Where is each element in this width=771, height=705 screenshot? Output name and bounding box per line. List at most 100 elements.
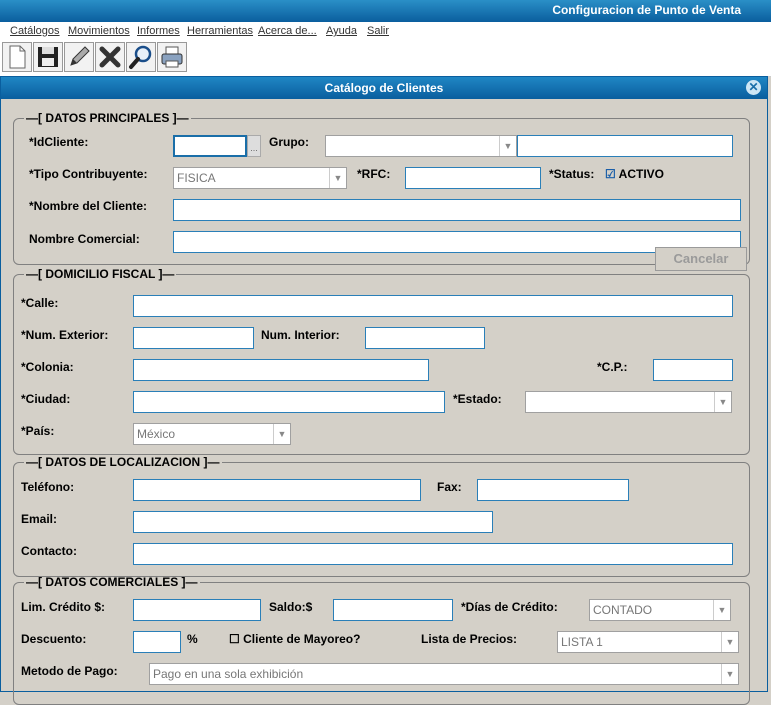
fax-label: Fax: [437,480,462,494]
chevron-down-icon: ▼ [721,632,738,652]
menu-bar: Catálogos Movimientos Informes Herramien… [0,22,771,40]
tipo-contribuyente-select[interactable]: FISICA ▼ [173,167,347,189]
save-icon [38,47,58,67]
menu-movimientos[interactable]: Movimientos [68,25,130,37]
num-exterior-label: *Num. Exterior: [21,328,109,342]
checkbox-icon: ☐ [229,632,240,646]
nombre-cliente-input[interactable] [173,199,741,221]
chevron-down-icon: ▼ [714,392,731,412]
lista-precios-value: LISTA 1 [561,635,603,649]
datos-localizacion-legend: —[ DATOS DE LOCALIZACION ]— [26,455,220,469]
metodo-pago-select[interactable]: Pago en una sola exhibición ▼ [149,663,739,685]
checkbox-icon: ☑ [605,167,616,181]
email-label: Email: [21,512,58,526]
close-button[interactable]: ✕ [746,80,761,95]
chevron-down-icon: ▼ [721,664,738,684]
num-interior-input[interactable] [365,327,485,349]
edit-icon [70,46,90,66]
print-icon [161,46,183,68]
estado-select[interactable]: ▼ [525,391,732,413]
idcliente-lookup-button[interactable]: ... [247,135,261,157]
saldo-input[interactable] [333,599,453,621]
chevron-down-icon: ▼ [273,424,290,444]
toolbar [0,40,771,77]
grupo-select[interactable]: ▼ [325,135,517,157]
cp-input[interactable] [653,359,733,381]
idcliente-input[interactable] [173,135,247,157]
new-button[interactable] [2,42,32,72]
lista-precios-label: Lista de Precios: [421,632,518,646]
calle-input[interactable] [133,295,733,317]
metodo-pago-value: Pago en una sola exhibición [153,667,304,681]
dias-credito-value: CONTADO [593,603,653,617]
delete-icon [99,46,121,68]
dias-credito-label: *Días de Crédito: [461,600,558,614]
num-interior-label: Num. Interior: [261,328,340,342]
email-input[interactable] [133,511,493,533]
mayoreo-label: Cliente de Mayoreo? [243,632,361,646]
status-checkbox[interactable]: ☑ ACTIVO [605,167,664,181]
fax-input[interactable] [477,479,629,501]
idcliente-label: *IdCliente: [29,135,89,149]
menu-salir[interactable]: Salir [367,25,389,37]
app-title: Configuracion de Punto de Venta [552,3,741,17]
search-icon [129,45,152,69]
num-exterior-input[interactable] [133,327,254,349]
pais-value: México [137,427,176,441]
contacto-input[interactable] [133,543,733,565]
colonia-label: *Colonia: [21,360,74,374]
clientes-dialog: Catálogo de Clientes ✕ —[ DATOS PRINCIPA… [0,76,768,705]
lista-precios-select[interactable]: LISTA 1 ▼ [557,631,739,653]
ciudad-label: *Ciudad: [21,392,71,406]
delete-button[interactable] [95,42,125,72]
menu-catalogos[interactable]: Catálogos [10,25,60,37]
contacto-label: Contacto: [21,544,77,558]
limite-credito-label: Lim. Crédito $: [21,600,106,614]
calle-label: *Calle: [21,296,59,310]
chevron-down-icon: ▼ [713,600,730,620]
dias-credito-select[interactable]: CONTADO ▼ [589,599,731,621]
grupo-desc-input[interactable] [517,135,733,157]
nombre-comercial-label: Nombre Comercial: [29,232,140,246]
chevron-down-icon: ▼ [499,136,516,156]
window-titlebar: Configuracion de Punto de Venta [0,0,771,22]
pais-select[interactable]: México ▼ [133,423,291,445]
telefono-label: Teléfono: [21,480,75,494]
telefono-input[interactable] [133,479,421,501]
menu-informes[interactable]: Informes [137,25,180,37]
rfc-input[interactable] [405,167,541,189]
saldo-label: Saldo:$ [269,600,313,614]
grupo-label: Grupo: [269,135,309,149]
tipo-contribuyente-label: *Tipo Contribuyente: [29,167,148,181]
print-button[interactable] [157,42,187,72]
descuento-label: Descuento: [21,632,87,646]
menu-ayuda[interactable]: Ayuda [326,25,357,37]
nombre-cliente-label: *Nombre del Cliente: [29,199,148,213]
datos-principales-legend: —[ DATOS PRINCIPALES ]— [26,111,189,125]
menu-acerca[interactable]: Acerca de... [258,25,317,37]
ciudad-input[interactable] [133,391,445,413]
save-button[interactable] [33,42,63,72]
search-button[interactable] [126,42,156,72]
descuento-input[interactable] [133,631,181,653]
colonia-input[interactable] [133,359,429,381]
close-icon: ✕ [748,80,759,94]
dialog-titlebar: Catálogo de Clientes ✕ [1,77,767,99]
cp-label: *C.P.: [597,360,628,374]
tipo-contribuyente-value: FISICA [177,171,216,185]
new-icon [9,45,26,69]
chevron-down-icon: ▼ [329,168,346,188]
status-value: ACTIVO [618,167,664,181]
domicilio-fiscal-legend: —[ DOMICILIO FISCAL ]— [26,267,175,281]
status-label: *Status: [549,167,595,181]
percent-label: % [187,632,198,646]
metodo-pago-label: Metodo de Pago: [21,664,118,678]
limite-credito-input[interactable] [133,599,261,621]
mayoreo-checkbox[interactable]: ☐ Cliente de Mayoreo? [229,632,360,646]
pais-label: *País: [21,424,55,438]
dialog-title: Catálogo de Clientes [324,81,444,95]
menu-herramientas[interactable]: Herramientas [187,25,253,37]
rfc-label: *RFC: [357,167,391,181]
edit-button[interactable] [64,42,94,72]
estado-label: *Estado: [453,392,502,406]
